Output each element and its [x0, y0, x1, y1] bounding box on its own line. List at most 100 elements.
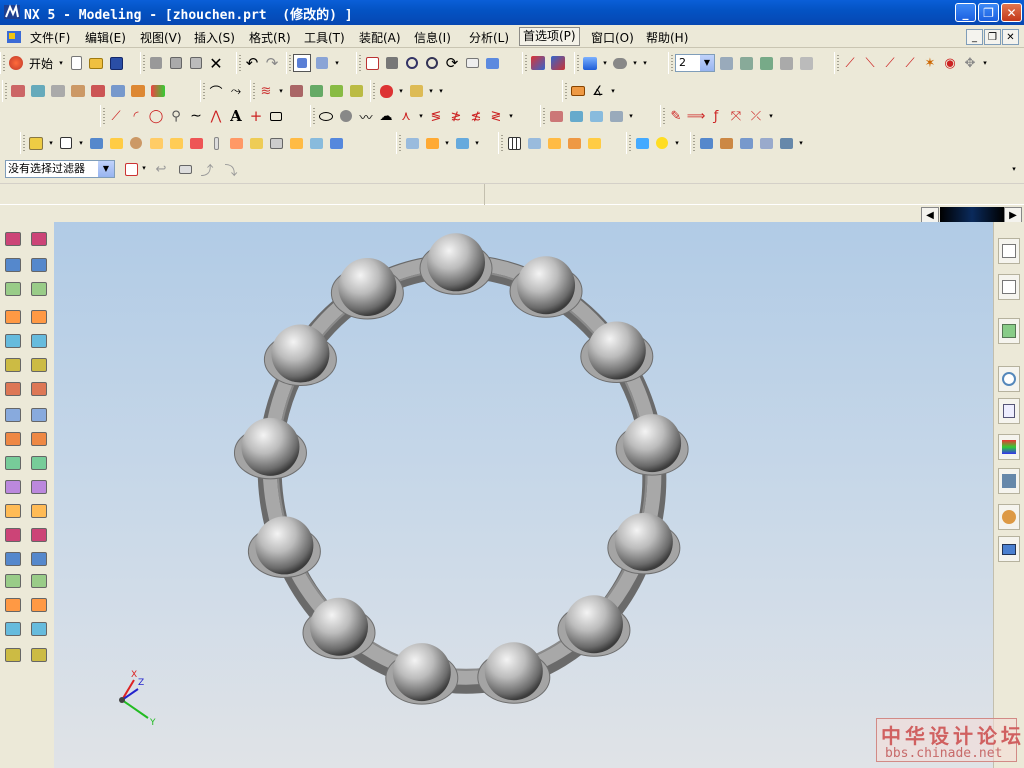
shell-tool-icon[interactable] [5, 528, 21, 542]
history-tab[interactable] [998, 366, 1020, 392]
hole-tool-icon[interactable] [5, 408, 21, 422]
draft-icon[interactable] [227, 134, 245, 152]
styled-blend-icon[interactable] [31, 504, 47, 518]
extrude-tool-icon[interactable] [5, 310, 21, 324]
chevron-down-icon[interactable]: ▾ [473, 139, 481, 147]
mirror-tool-icon[interactable] [5, 574, 21, 588]
draft-tool-icon[interactable] [5, 504, 21, 518]
offset-icon[interactable] [327, 82, 345, 100]
wrap-curve-icon[interactable] [607, 107, 625, 125]
chamfer-icon[interactable] [187, 134, 205, 152]
trim-curve-icon[interactable]: ⟹ [687, 107, 706, 125]
chevron-down-icon[interactable]: ▾ [397, 87, 405, 95]
ruled-surface-icon[interactable] [31, 258, 47, 272]
law-curve-icon[interactable]: 〰 [357, 107, 375, 126]
swept-surface-icon[interactable] [31, 334, 47, 348]
bracelet-model[interactable] [233, 233, 689, 706]
bead[interactable] [607, 512, 681, 575]
snap-next-icon[interactable]: ⤵ [222, 160, 240, 179]
unite-icon[interactable] [403, 134, 421, 152]
pad-icon[interactable] [129, 82, 147, 100]
pan-icon[interactable] [463, 54, 481, 72]
text-icon[interactable]: A [227, 107, 245, 125]
chevron-down-icon[interactable]: ▾ [767, 112, 775, 120]
chevron-down-icon[interactable]: ▾ [77, 139, 85, 147]
menu-item[interactable]: 装配(A) [359, 29, 401, 46]
system-materials-tab[interactable] [998, 536, 1020, 562]
bead[interactable] [247, 516, 321, 578]
eraser-icon[interactable] [176, 160, 194, 178]
bead-sphere[interactable] [241, 417, 300, 476]
x-form-icon[interactable] [31, 574, 47, 588]
replace-icon[interactable] [757, 134, 775, 152]
extrude-icon[interactable] [29, 82, 47, 100]
global-shape-icon[interactable] [31, 622, 47, 636]
chevron-down-icon[interactable]: ▾ [443, 139, 451, 147]
offset-curve-icon[interactable]: ⋏ [397, 107, 415, 125]
boss-tool-icon[interactable] [5, 432, 21, 446]
zoom-in-icon[interactable] [423, 54, 441, 72]
start-button[interactable]: 开始 [27, 55, 55, 72]
intersect-body-icon[interactable] [453, 134, 471, 152]
trim-sheet-icon[interactable] [31, 528, 47, 542]
web-browser-tab[interactable] [998, 398, 1020, 424]
subtract-icon[interactable] [423, 134, 441, 152]
boss-icon[interactable] [89, 82, 107, 100]
trim-icon[interactable] [287, 82, 305, 100]
open-folder-icon[interactable] [87, 54, 105, 72]
bead-sphere[interactable] [614, 512, 673, 571]
resize-blend-icon[interactable] [777, 134, 795, 152]
type-filter-select[interactable]: 没有选择过滤器 ▼ [5, 160, 115, 178]
reuse-library-tab[interactable] [998, 318, 1020, 344]
project-curve-icon[interactable]: ≴ [467, 107, 485, 125]
bead-sphere[interactable] [392, 643, 451, 702]
through-curves-icon[interactable] [31, 282, 47, 296]
layer-visible-icon[interactable] [737, 54, 755, 72]
tube-icon[interactable]: ⤳ [227, 82, 245, 100]
menu-item[interactable]: 帮助(H) [646, 29, 688, 46]
sew-body-icon[interactable] [287, 134, 305, 152]
sew-icon[interactable] [307, 82, 325, 100]
bead[interactable] [419, 233, 493, 295]
rectangle-tool-icon[interactable] [5, 258, 21, 272]
bead[interactable] [615, 414, 689, 476]
rectangle-icon[interactable] [267, 107, 285, 125]
chevron-down-icon[interactable]: ▾ [417, 112, 425, 120]
circle-icon[interactable]: ◯ [147, 107, 165, 125]
patch-icon[interactable] [307, 134, 325, 152]
bead-sphere[interactable] [484, 642, 543, 701]
trim-tool-icon[interactable] [5, 622, 21, 636]
line-icon[interactable]: ⟋ [107, 107, 125, 125]
mesh-surface-icon[interactable] [31, 310, 47, 324]
quadrant-icon[interactable]: ✥ [961, 54, 979, 72]
bead-sphere[interactable] [271, 324, 330, 383]
datum-plane-icon[interactable] [525, 134, 543, 152]
menu-item[interactable]: 分析(L) [469, 29, 509, 46]
form-feature-icon[interactable] [27, 134, 45, 152]
select-icon[interactable] [293, 54, 311, 72]
blend-tool-icon[interactable] [5, 382, 21, 396]
i-form-icon[interactable] [31, 598, 47, 612]
bead-sphere[interactable] [623, 414, 682, 473]
join-curve-icon[interactable]: ≵ [447, 107, 465, 125]
paste-icon[interactable] [187, 54, 205, 72]
maximize-button[interactable]: ❐ [978, 3, 999, 22]
spline-icon[interactable]: ∼ [187, 107, 205, 125]
revolve-icon[interactable] [49, 82, 67, 100]
mid-point-icon[interactable]: ⟋ [881, 54, 899, 72]
arc-center-icon[interactable]: ◉ [941, 54, 959, 72]
arc-icon[interactable]: ◜ [127, 107, 145, 125]
divide-curve-icon[interactable]: ƒ [707, 107, 725, 125]
ellipse-icon[interactable] [317, 107, 335, 125]
bead-sphere[interactable] [517, 256, 576, 315]
view-icon[interactable] [483, 54, 501, 72]
end-point-icon[interactable]: ⟍ [861, 54, 879, 72]
menu-item[interactable]: 格式(R) [249, 29, 291, 46]
chevron-down-icon[interactable]: ▾ [673, 139, 681, 147]
menu-item[interactable]: 文件(F) [30, 29, 70, 46]
rotate-icon[interactable]: ⟳ [443, 54, 461, 72]
stretch-icon[interactable]: ⤫ [747, 107, 765, 125]
sketch-tool-icon[interactable] [5, 232, 21, 246]
intersection-icon[interactable]: ✶ [921, 54, 939, 72]
bead[interactable] [477, 642, 551, 704]
